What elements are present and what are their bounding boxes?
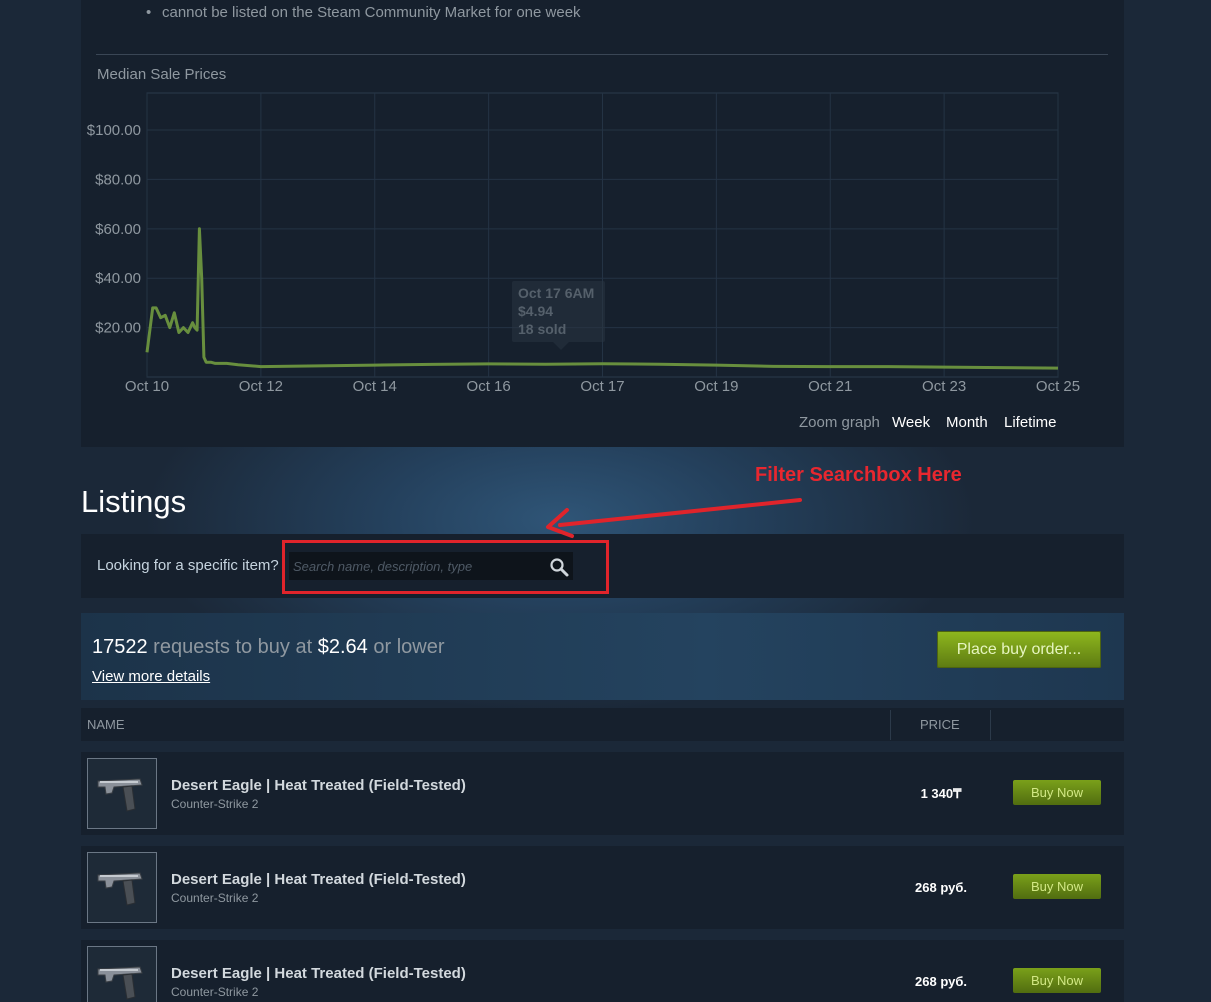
buy-now-button[interactable]: Buy Now [1013,874,1101,899]
listing-row: Desert Eagle | Heat Treated (Field-Teste… [81,752,1124,835]
x-tick-label: Oct 12 [239,378,283,395]
x-tick-label: Oct 14 [353,378,397,395]
item-thumbnail[interactable] [87,852,157,923]
tooltip-date: Oct 17 6AM [518,285,594,301]
price-chart[interactable]: $20.00$40.00$60.00$80.00$100.00 Oct 10 Oc… [0,0,1211,450]
x-tick-label: Oct 23 [922,378,966,395]
item-price: 1 340₸ [920,786,962,801]
place-buy-order-button[interactable]: Place buy order... [937,631,1101,668]
filter-label: Looking for a specific item? [97,557,279,574]
listings-heading: Listings [81,484,187,519]
desert-eagle-icon [97,778,143,812]
zoom-week-link[interactable]: Week [892,414,930,431]
y-tick-label: $60.00 [95,221,141,238]
y-tick-label: $80.00 [95,171,141,188]
desert-eagle-icon [97,966,143,1000]
column-separator [990,710,991,740]
column-header-name: NAME [87,717,125,732]
chart-tooltip: Oct 17 6AM $4.94 18 sold [512,281,605,350]
item-game: Counter-Strike 2 [171,985,259,999]
buy-order-summary: 17522 requests to buy at $2.64 or lower [92,636,445,659]
x-tick-label: Oct 21 [808,378,852,395]
view-more-details-link[interactable]: View more details [92,668,210,685]
tooltip-sold: 18 sold [518,321,566,337]
column-header-price: PRICE [920,717,960,732]
item-price: 268 руб. [915,880,967,895]
listings-table-header [81,708,1124,741]
zoom-graph-label: Zoom graph [799,414,880,431]
x-tick-label: Oct 25 [1036,378,1080,395]
y-tick-label: $20.00 [95,320,141,337]
item-game: Counter-Strike 2 [171,891,259,905]
x-tick-label: Oct 19 [694,378,738,395]
item-name[interactable]: Desert Eagle | Heat Treated (Field-Teste… [171,871,466,888]
buy-order-text-end: or lower [367,636,445,658]
buy-request-count: 17522 [92,636,148,658]
column-separator [890,710,891,740]
item-thumbnail[interactable] [87,758,157,829]
listing-row: Desert Eagle | Heat Treated (Field-Teste… [81,846,1124,929]
desert-eagle-icon [97,872,143,906]
x-tick-label: Oct 16 [467,378,511,395]
chart-y-axis: $20.00 $40.00 $60.00 $80.00 $100.00 [87,122,141,337]
zoom-lifetime-link[interactable]: Lifetime [1004,414,1057,431]
buy-order-text-mid: requests to buy at [147,636,318,658]
item-name[interactable]: Desert Eagle | Heat Treated (Field-Teste… [171,777,466,794]
buy-order-price: $2.64 [317,636,368,658]
item-name[interactable]: Desert Eagle | Heat Treated (Field-Teste… [171,965,466,982]
item-thumbnail[interactable] [87,946,157,1002]
x-tick-label: Oct 10 [125,378,169,395]
chart-x-axis: Oct 10 Oct 12 Oct 14 Oct 16 Oct 17 Oct 19 Oct … [125,378,1080,395]
buy-now-button[interactable]: Buy Now [1013,780,1101,805]
annotation-highlight-box [282,540,609,594]
tooltip-price: $4.94 [518,303,553,319]
item-price: 268 руб. [915,974,967,989]
item-game: Counter-Strike 2 [171,797,259,811]
buy-now-button[interactable]: Buy Now [1013,968,1101,993]
x-tick-label: Oct 17 [580,378,624,395]
y-tick-label: $100.00 [87,122,141,139]
zoom-month-link[interactable]: Month [946,414,988,431]
y-tick-label: $40.00 [95,270,141,287]
annotation-label: Filter Searchbox Here [755,464,962,486]
listing-row: Desert Eagle | Heat Treated (Field-Teste… [81,940,1124,1002]
